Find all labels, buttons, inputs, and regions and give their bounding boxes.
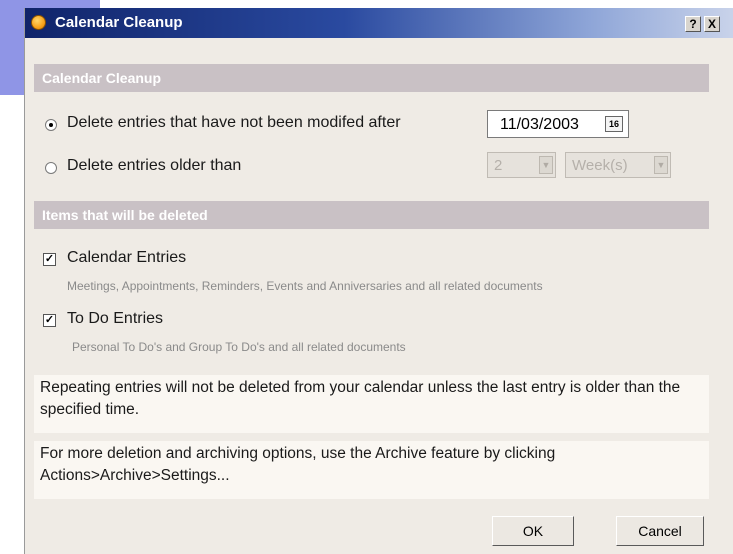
slide-background-margin [0, 95, 24, 554]
cancel-button[interactable]: Cancel [616, 516, 704, 546]
older-count-value: 2 [494, 157, 503, 174]
repeating-entries-note: Repeating entries will not be deleted fr… [34, 375, 709, 433]
calendar-entries-description: Meetings, Appointments, Reminders, Event… [67, 279, 543, 293]
date-input[interactable]: 11/03/2003 16 [487, 110, 629, 138]
older-unit-select[interactable]: Week(s) ▼ [565, 152, 671, 178]
calendar-cleanup-dialog: Calendar Cleanup ? X Calendar Cleanup De… [24, 8, 733, 554]
todo-entries-label: To Do Entries [67, 310, 164, 327]
option-modified-label: Delete entries that have not been modife… [67, 114, 401, 131]
chevron-down-icon: ▼ [539, 156, 553, 174]
todo-entries-checkbox[interactable]: ✓ [43, 314, 56, 327]
todo-entries-description: Personal To Do's and Group To Do's and a… [72, 340, 406, 354]
cleanup-section-header: Calendar Cleanup [34, 64, 709, 92]
older-unit-value: Week(s) [572, 157, 628, 174]
date-value: 11/03/2003 [500, 116, 579, 133]
help-button[interactable]: ? [685, 16, 701, 32]
ok-button[interactable]: OK [492, 516, 574, 546]
radio-modified-after[interactable] [45, 119, 57, 131]
items-section-header: Items that will be deleted [34, 201, 709, 229]
radio-older-than[interactable] [45, 162, 57, 174]
app-icon [31, 15, 46, 30]
calendar-entries-label: Calendar Entries [67, 249, 187, 266]
archive-note: For more deletion and archiving options,… [34, 441, 709, 499]
calendar-picker-icon[interactable]: 16 [605, 116, 623, 132]
option-older-label: Delete entries older than [67, 157, 242, 174]
older-count-select[interactable]: 2 ▼ [487, 152, 556, 178]
close-button[interactable]: X [704, 16, 720, 32]
chevron-down-icon: ▼ [654, 156, 668, 174]
window-title: Calendar Cleanup [55, 14, 183, 31]
calendar-entries-checkbox[interactable]: ✓ [43, 253, 56, 266]
title-bar[interactable]: Calendar Cleanup ? X [25, 8, 733, 38]
